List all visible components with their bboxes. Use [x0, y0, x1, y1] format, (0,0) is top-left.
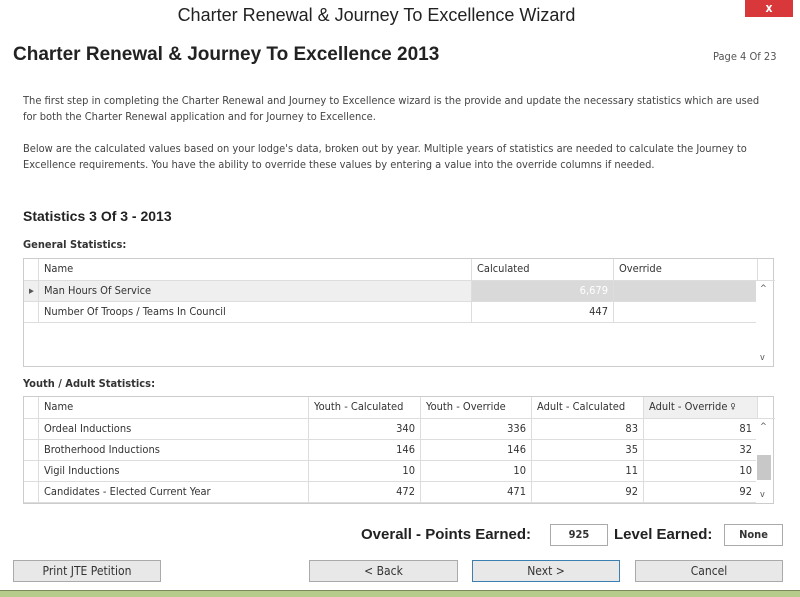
row-indicator: [24, 440, 39, 460]
cell-name: Brotherhood Inductions: [39, 440, 309, 460]
row-indicator: [24, 419, 39, 439]
cell-youth-calculated: 10: [309, 461, 421, 481]
cell-name: Ordeal Inductions: [39, 419, 309, 439]
back-button[interactable]: < Back: [309, 560, 458, 582]
scrollbar[interactable]: ^ v: [756, 281, 773, 366]
status-strip: [0, 590, 800, 597]
cell-name: Vigil Inductions: [39, 461, 309, 481]
cell-youth-override[interactable]: 336: [421, 419, 532, 439]
scrollbar-thumb[interactable]: [757, 455, 771, 480]
cell-adult-calculated: 35: [532, 440, 644, 460]
table-row[interactable]: Vigil Inductions 10 10 11 10: [24, 461, 758, 482]
cell-youth-override[interactable]: 471: [421, 482, 532, 502]
next-button[interactable]: Next >: [472, 560, 620, 582]
cell-adult-override[interactable]: 10: [644, 461, 758, 481]
cell-name: Man Hours Of Service: [39, 281, 472, 301]
youth-adult-stats-label: Youth / Adult Statistics:: [23, 377, 156, 390]
column-header-adult-calculated[interactable]: Adult - Calculated: [532, 397, 644, 418]
cell-youth-override[interactable]: 146: [421, 440, 532, 460]
intro-paragraph-1: The first step in completing the Charter…: [23, 94, 760, 123]
table-row[interactable]: Ordeal Inductions 340 336 83 81: [24, 419, 758, 440]
cell-adult-calculated: 83: [532, 419, 644, 439]
table-row[interactable]: Number Of Troops / Teams In Council 447: [24, 302, 758, 323]
cell-adult-calculated: 92: [532, 482, 644, 502]
scroll-up-icon[interactable]: ^: [760, 284, 767, 294]
grid-header: Name Youth - Calculated Youth - Override…: [24, 397, 775, 419]
filter-pin-icon[interactable]: ♀: [730, 402, 735, 411]
cell-calculated: 447: [472, 302, 614, 322]
column-header-override[interactable]: Override: [614, 259, 758, 280]
cell-name: Candidates - Elected Current Year: [39, 482, 309, 502]
cell-override[interactable]: [614, 281, 758, 301]
column-header-youth-calculated[interactable]: Youth - Calculated: [309, 397, 421, 418]
close-button[interactable]: x: [745, 0, 793, 17]
section-title: Statistics 3 Of 3 - 2013: [23, 208, 172, 224]
cell-adult-calculated: 11: [532, 461, 644, 481]
row-indicator-icon: ▶: [24, 281, 39, 301]
cell-youth-calculated: 472: [309, 482, 421, 502]
cell-adult-override[interactable]: 92: [644, 482, 758, 502]
youth-adult-stats-grid: Name Youth - Calculated Youth - Override…: [23, 396, 775, 504]
level-earned-label: Level Earned:: [614, 526, 713, 543]
column-header-adult-override[interactable]: Adult - Override ♀: [644, 397, 758, 418]
cell-adult-override[interactable]: 32: [644, 440, 758, 460]
cancel-button[interactable]: Cancel: [635, 560, 783, 582]
general-stats-grid: Name Calculated Override ▶ Man Hours Of …: [23, 258, 775, 367]
scroll-down-icon[interactable]: v: [760, 490, 765, 500]
page-title: Charter Renewal & Journey To Excellence …: [13, 44, 440, 65]
page-indicator: Page 4 Of 23: [713, 50, 777, 63]
row-indicator: [24, 482, 39, 502]
intro-paragraph-2: Below are the calculated values based on…: [23, 142, 747, 171]
column-header-name[interactable]: Name: [39, 397, 309, 418]
row-indicator: [24, 461, 39, 481]
level-earned-value: None: [724, 524, 783, 546]
window-title: Charter Renewal & Journey To Excellence …: [177, 5, 576, 25]
cell-calculated: 6,679: [472, 281, 614, 301]
scroll-down-icon[interactable]: v: [760, 353, 765, 363]
column-header-youth-override[interactable]: Youth - Override: [421, 397, 532, 418]
cell-youth-override[interactable]: 10: [421, 461, 532, 481]
print-jte-petition-button[interactable]: Print JTE Petition: [13, 560, 161, 582]
table-row[interactable]: ▶ Man Hours Of Service 6,679: [24, 281, 758, 302]
scroll-up-icon[interactable]: ^: [760, 422, 767, 432]
cell-youth-calculated: 340: [309, 419, 421, 439]
cell-youth-calculated: 146: [309, 440, 421, 460]
column-header-name[interactable]: Name: [39, 259, 472, 280]
cell-adult-override[interactable]: 81: [644, 419, 758, 439]
table-row[interactable]: Brotherhood Inductions 146 146 35 32: [24, 440, 758, 461]
table-row[interactable]: Candidates - Elected Current Year 472 471 9…: [24, 482, 758, 503]
cell-override[interactable]: [614, 302, 758, 322]
points-earned-label: Overall - Points Earned:: [361, 526, 532, 543]
general-stats-label: General Statistics:: [23, 238, 127, 251]
points-earned-value: 925: [550, 524, 608, 546]
cell-name: Number Of Troops / Teams In Council: [39, 302, 472, 322]
column-header-calculated[interactable]: Calculated: [472, 259, 614, 280]
grid-header: Name Calculated Override: [24, 259, 775, 281]
scrollbar[interactable]: ^ v: [756, 419, 773, 503]
